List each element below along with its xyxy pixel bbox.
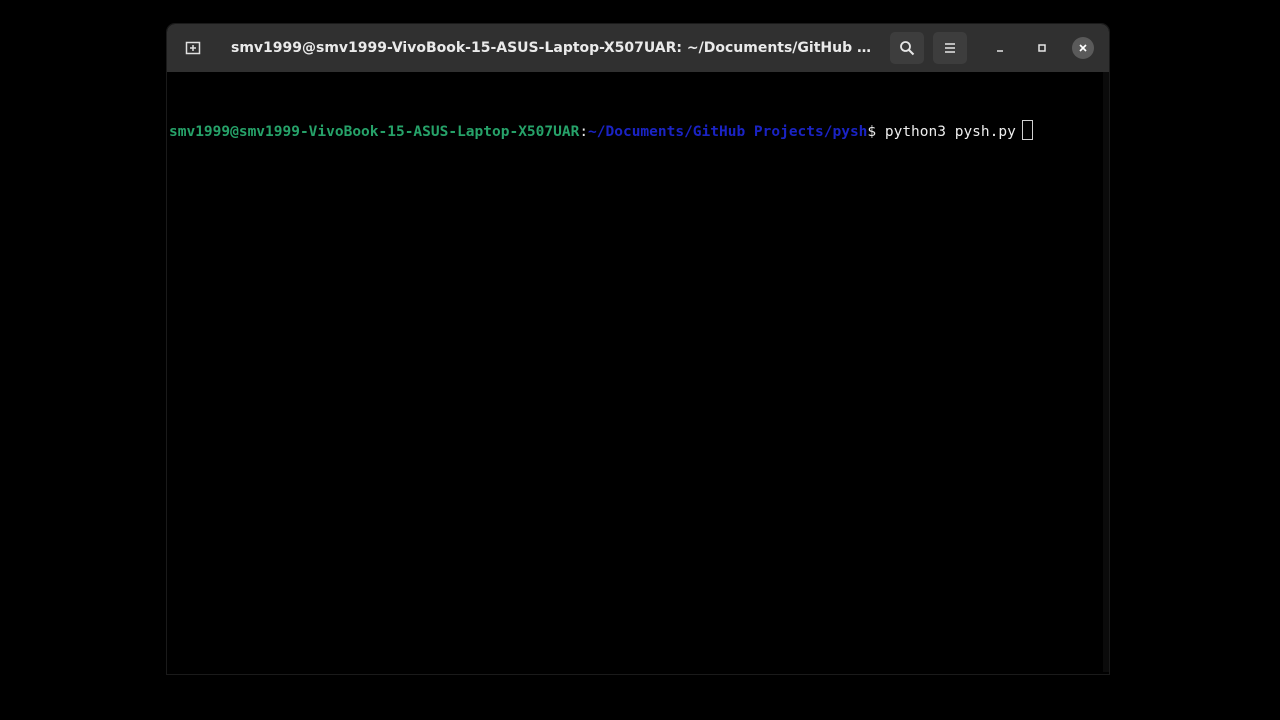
new-tab-icon: [185, 41, 201, 55]
menu-button[interactable]: [933, 32, 967, 64]
hamburger-menu-icon: [945, 43, 955, 53]
maximize-icon: [1038, 44, 1046, 52]
close-icon: [1079, 44, 1087, 52]
prompt-user-host: smv1999@smv1999-VivoBook-15-ASUS-Laptop-…: [169, 124, 580, 140]
prompt-line: smv1999@smv1999-VivoBook-15-ASUS-Laptop-…: [169, 120, 1105, 144]
minimize-icon: [997, 50, 1003, 52]
title-bar[interactable]: smv1999@smv1999-VivoBook-15-ASUS-Laptop-…: [167, 24, 1109, 72]
typed-command: python3 pysh.py: [876, 124, 1016, 140]
terminal-window: smv1999@smv1999-VivoBook-15-ASUS-Laptop-…: [167, 24, 1109, 674]
prompt-dollar: $: [867, 124, 877, 140]
text-cursor: [1021, 120, 1033, 140]
scrollbar[interactable]: [1103, 72, 1109, 672]
search-icon: [900, 41, 915, 56]
maximize-button[interactable]: [1031, 37, 1053, 59]
terminal-output[interactable]: smv1999@smv1999-VivoBook-15-ASUS-Laptop-…: [167, 72, 1105, 672]
new-tab-button[interactable]: [175, 33, 211, 63]
prompt-path: ~/Documents/GitHub Projects/pysh: [588, 124, 868, 140]
close-button[interactable]: [1072, 37, 1094, 59]
search-button[interactable]: [890, 32, 924, 64]
prompt-colon: :: [579, 124, 589, 140]
window-title: smv1999@smv1999-VivoBook-15-ASUS-Laptop-…: [231, 40, 881, 56]
minimize-button[interactable]: [989, 37, 1011, 59]
